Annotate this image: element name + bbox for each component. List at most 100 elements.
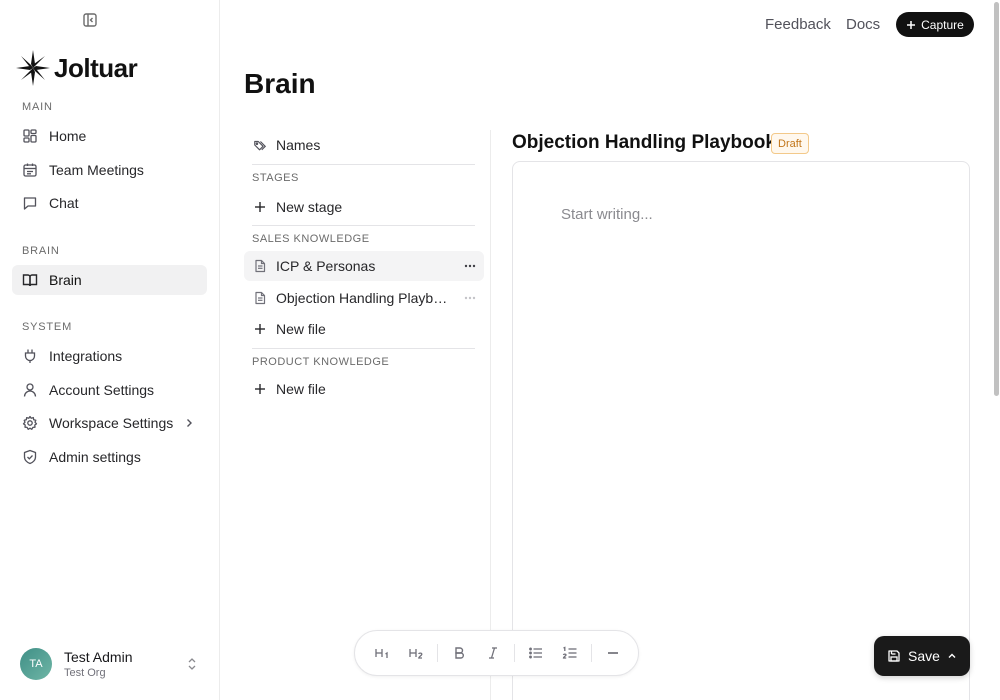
chevron-up-icon[interactable]	[947, 651, 957, 661]
sidebar: Joltuar MAIN Home Team Meetings Chat BRA…	[0, 0, 220, 700]
bullet-list-icon	[529, 647, 542, 659]
plus-icon	[255, 384, 265, 394]
plus-icon	[255, 324, 265, 334]
file-text-icon	[255, 259, 266, 273]
sidebar-item-account-settings[interactable]: Account Settings	[12, 375, 207, 405]
chevrons-up-down-icon	[188, 658, 196, 670]
sidebar-item-integrations[interactable]: Integrations	[12, 341, 207, 371]
section-label-main: MAIN	[22, 101, 53, 113]
section-label-brain: BRAIN	[22, 245, 60, 257]
user-org: Test Org	[64, 667, 106, 679]
logo-icon	[16, 50, 50, 86]
sidebar-collapse-icon[interactable]	[82, 12, 98, 28]
save-icon	[888, 650, 900, 662]
tree-file-objection-handling[interactable]: Objection Handling Playbook	[244, 283, 484, 313]
sidebar-item-home[interactable]: Home	[12, 121, 207, 151]
capture-button[interactable]: Capture	[896, 12, 974, 37]
capture-label: Capture	[921, 17, 964, 32]
sidebar-item-label: Chat	[49, 195, 79, 211]
user-name: Test Admin	[64, 649, 133, 665]
user-icon	[23, 383, 37, 397]
tree-divider	[252, 225, 475, 226]
document-editor[interactable]: Start writing...	[512, 161, 970, 700]
book-open-icon	[22, 274, 38, 287]
save-label: Save	[908, 648, 940, 664]
document-title: Objection Handling Playbook	[512, 132, 776, 153]
editor-placeholder: Start writing...	[561, 206, 653, 223]
tree-divider	[252, 348, 475, 349]
new-stage-button[interactable]: New stage	[244, 192, 484, 222]
sidebar-item-label: Workspace Settings	[49, 415, 174, 431]
tree-file-icp-personas[interactable]: ICP & Personas	[244, 251, 484, 281]
numbered-list-icon	[562, 646, 577, 659]
plus-icon	[255, 202, 265, 212]
sidebar-item-admin-settings[interactable]: Admin settings	[12, 442, 207, 472]
heading-1-button[interactable]	[367, 638, 397, 668]
tree-item-label: ICP & Personas	[276, 258, 376, 274]
gear-icon	[22, 415, 38, 430]
bold-button[interactable]	[444, 638, 474, 668]
scrollbar-thumb[interactable]	[994, 2, 999, 396]
minus-icon	[608, 652, 618, 654]
plug-icon	[24, 349, 36, 363]
italic-button[interactable]	[478, 638, 508, 668]
app-name: Joltuar	[54, 52, 138, 83]
sidebar-item-workspace-settings[interactable]: Workspace Settings	[12, 408, 207, 438]
tree-item-label: New stage	[276, 199, 343, 215]
user-info: Test Admin Test Org	[64, 649, 132, 679]
feedback-link[interactable]: Feedback	[765, 16, 831, 33]
status-badge: Draft	[771, 133, 809, 154]
numbered-list-button[interactable]	[555, 638, 585, 668]
docs-link[interactable]: Docs	[846, 16, 880, 33]
tags-icon	[254, 140, 267, 151]
sidebar-item-label: Integrations	[49, 348, 123, 364]
toolbar-separator	[591, 644, 592, 662]
horizontal-rule-button[interactable]	[598, 638, 628, 668]
new-file-product-button[interactable]: New file	[244, 374, 484, 404]
bullet-list-button[interactable]	[521, 638, 551, 668]
avatar: TA	[20, 648, 52, 680]
sidebar-item-label: Home	[49, 128, 87, 144]
heading-2-icon	[409, 649, 423, 659]
sidebar-item-brain[interactable]: Brain	[12, 265, 207, 295]
plus-icon	[907, 20, 916, 29]
tree-divider	[252, 164, 475, 165]
tree-section-stages: STAGES	[252, 172, 299, 184]
page-scrollbar[interactable]	[993, 0, 1000, 700]
toolbar-separator	[437, 644, 438, 662]
user-menu[interactable]: TA Test Admin Test Org	[20, 647, 200, 681]
toolbar-separator	[514, 644, 515, 662]
bold-icon	[455, 647, 464, 659]
italic-icon	[489, 647, 497, 659]
sidebar-item-team-meetings[interactable]: Team Meetings	[12, 155, 207, 185]
new-file-sales-button[interactable]: New file	[244, 314, 484, 344]
sidebar-item-label: Account Settings	[49, 382, 155, 398]
tree-item-label: New file	[276, 321, 326, 337]
tree-section-product-knowledge: PRODUCT KNOWLEDGE	[252, 356, 390, 368]
chat-icon	[23, 197, 37, 210]
panel-divider	[490, 130, 491, 700]
sidebar-item-chat[interactable]: Chat	[12, 188, 207, 218]
tree-item-names[interactable]: Names	[244, 130, 484, 160]
calendar-icon	[23, 163, 37, 177]
page-title: Brain	[244, 68, 316, 99]
file-text-icon	[255, 291, 266, 305]
save-button[interactable]: Save	[874, 636, 970, 676]
more-horizontal-icon[interactable]	[464, 260, 476, 272]
chevron-right-icon	[187, 419, 192, 427]
tree-item-label: Names	[276, 137, 321, 153]
heading-2-button[interactable]	[401, 638, 431, 668]
section-label-system: SYSTEM	[22, 321, 73, 333]
tree-section-sales-knowledge: SALES KNOWLEDGE	[252, 233, 370, 245]
more-horizontal-icon[interactable]	[464, 292, 476, 304]
sidebar-item-label: Team Meetings	[49, 162, 144, 178]
app-logo[interactable]: Joltuar	[16, 50, 138, 86]
sidebar-item-label: Admin settings	[49, 449, 141, 465]
sidebar-item-label: Brain	[49, 272, 82, 288]
heading-1-icon	[375, 649, 388, 658]
tree-item-label: New file	[276, 381, 326, 397]
dashboard-icon	[23, 129, 37, 143]
formatting-toolbar	[354, 630, 639, 676]
shield-check-icon	[23, 449, 37, 465]
tree-item-label: Objection Handling Playbook	[276, 290, 451, 306]
